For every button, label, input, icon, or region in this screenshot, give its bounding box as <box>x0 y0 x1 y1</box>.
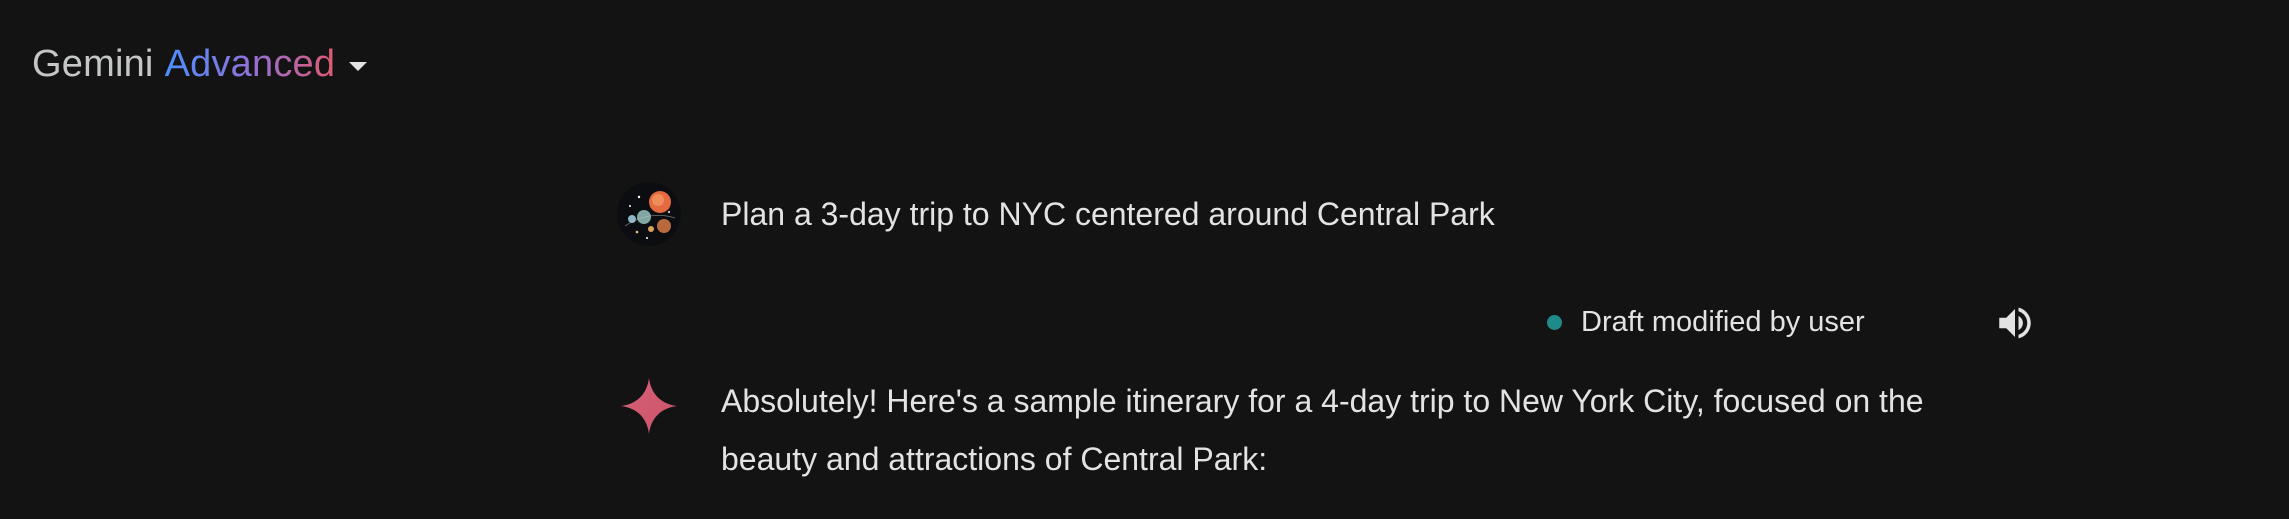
user-avatar[interactable] <box>617 182 681 246</box>
gemini-chat-page: Gemini Advanced Plan a 3-day trip to NYC … <box>0 0 2289 519</box>
caret-down-icon[interactable] <box>349 61 368 71</box>
app-title: Gemini Advanced <box>32 38 335 90</box>
response-text: Absolutely! Here's a sample itinerary fo… <box>721 383 1924 477</box>
brand-name: Gemini <box>32 43 154 85</box>
model-response: Absolutely! Here's a sample itinerary fo… <box>617 374 2021 488</box>
speaker-icon[interactable] <box>1994 302 2036 344</box>
model-selector[interactable]: Gemini Advanced <box>32 38 368 90</box>
user-message: Plan a 3-day trip to NYC centered around… <box>617 182 1495 246</box>
gemini-sparkle-icon <box>617 374 681 438</box>
user-prompt-text: Plan a 3-day trip to NYC centered around… <box>721 196 1495 232</box>
draft-status: Draft modified by user <box>1547 302 1865 342</box>
draft-status-text: Draft modified by user <box>1581 306 1865 338</box>
tier-label: Advanced <box>164 43 336 85</box>
draft-indicator-dot <box>1547 314 1562 330</box>
